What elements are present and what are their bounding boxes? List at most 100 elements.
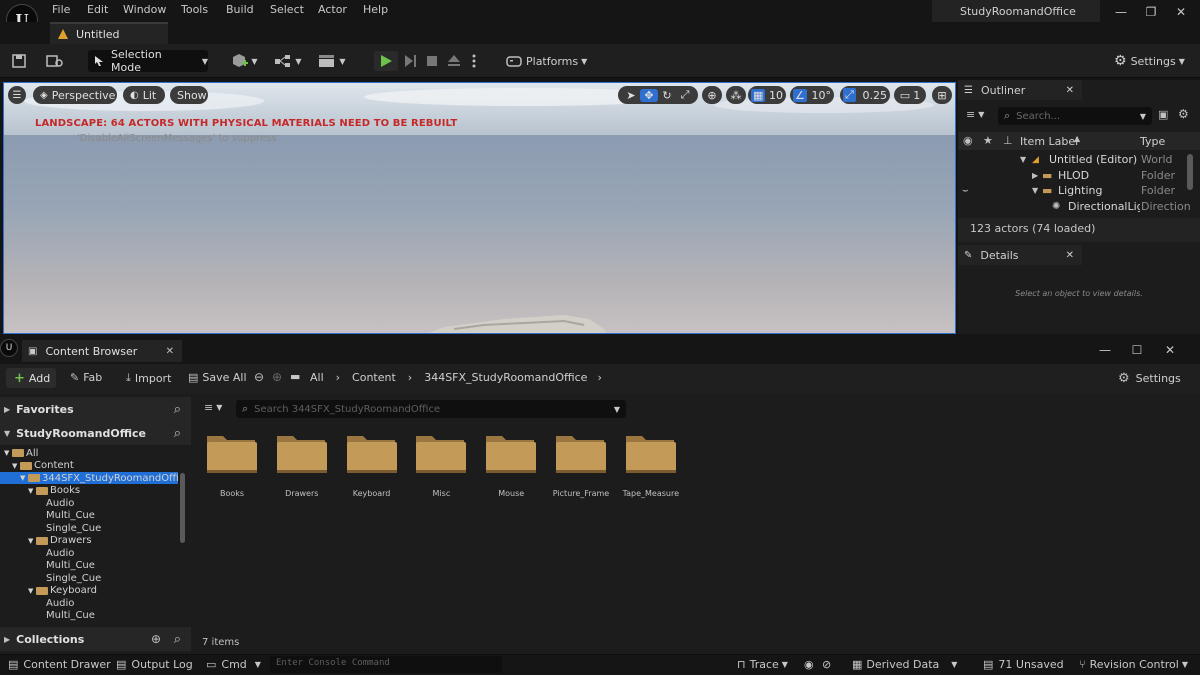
search-icon[interactable]: ⌕ — [174, 426, 181, 441]
eject-button[interactable] — [444, 52, 464, 70]
scale-tool-icon[interactable]: ⤢ — [676, 88, 694, 102]
back-icon[interactable]: ⊖ — [254, 370, 264, 384]
output-log-button[interactable]: ▤ Output Log — [116, 658, 193, 671]
minimize-button[interactable]: — — [1104, 2, 1138, 22]
favorites-section[interactable]: ▶ Favorites ⌕ — [0, 397, 191, 421]
close-icon[interactable]: ✕ — [166, 346, 174, 357]
cb-settings-button[interactable]: ⚙ Settings — [1118, 371, 1181, 386]
browse-icon[interactable] — [44, 53, 66, 69]
show-button[interactable]: Show — [170, 86, 208, 104]
folder-tile[interactable] — [414, 432, 468, 474]
world-local-toggle[interactable]: ⊕ — [702, 86, 722, 104]
add-folder-icon[interactable]: ▣ — [1158, 108, 1168, 121]
menu-edit[interactable]: Edit — [87, 3, 108, 16]
search-icon[interactable]: ⌕ — [174, 632, 181, 647]
perspective-button[interactable]: ◈ Perspective — [33, 86, 117, 104]
star-icon[interactable]: ★ — [983, 134, 993, 147]
step-frame-button[interactable] — [400, 52, 420, 70]
menu-window[interactable]: Window — [123, 3, 166, 16]
blueprint-button[interactable]: ▼ — [272, 52, 304, 70]
trace-dropdown[interactable]: ⊓ Trace ▼ — [737, 658, 788, 671]
surface-snap-toggle[interactable]: ⁂ — [726, 86, 746, 104]
folder-tile[interactable] — [624, 432, 678, 474]
cmd-dropdown[interactable]: ▭ Cmd ▼ — [206, 658, 261, 671]
tree-item[interactable]: Audio — [0, 597, 178, 609]
asset-filter-button[interactable]: ≡ ▼ — [204, 401, 222, 414]
tree-item[interactable]: Multi_Cue — [0, 560, 178, 572]
console-input[interactable]: Enter Console Command — [270, 656, 502, 673]
project-section[interactable]: ▼ StudyRoomandOffice ⌕ — [0, 421, 191, 445]
maximize-button[interactable]: ☐ — [1120, 340, 1154, 360]
close-button[interactable]: ✕ — [1164, 2, 1198, 22]
folder-tile[interactable] — [484, 432, 538, 474]
outliner-row[interactable]: ✺ DirectionalLight Direction — [958, 199, 1200, 214]
content-drawer-button[interactable]: ▤ Content Drawer — [8, 658, 111, 671]
expand-arrow-icon[interactable]: ▼ — [28, 587, 33, 595]
tree-item[interactable]: Single_Cue — [0, 522, 178, 534]
expand-arrow-icon[interactable]: ▼ — [20, 474, 25, 482]
content-browser-tab[interactable]: ▣ Content Browser ✕ — [22, 340, 182, 362]
chevron-right-icon[interactable]: › — [597, 371, 601, 384]
visibility-eye-icon[interactable]: ◉ — [963, 134, 973, 147]
cinematics-button[interactable]: ▼ — [316, 52, 348, 70]
folder-tile[interactable] — [345, 432, 399, 474]
add-actor-button[interactable]: ▼ — [230, 52, 260, 70]
folder-tile[interactable] — [554, 432, 608, 474]
save-icon[interactable] — [10, 53, 28, 69]
search-icon[interactable]: ⌕ — [174, 402, 181, 417]
select-tool-icon[interactable]: ➤ — [622, 89, 640, 102]
add-collection-icon[interactable]: ⊕ — [151, 632, 161, 646]
tree-item[interactable]: ▼ All — [0, 447, 178, 459]
expand-arrow-icon[interactable]: ▼ — [4, 449, 9, 457]
tree-item[interactable]: ▼ Drawers — [0, 535, 178, 547]
collections-section[interactable]: ▶ Collections ⊕ ⌕ — [0, 627, 191, 651]
close-icon[interactable]: ✕ — [1066, 250, 1074, 261]
tree-item[interactable]: Multi_Cue — [0, 610, 178, 622]
revision-control-dropdown[interactable]: ⑂ Revision Control ▼ — [1079, 658, 1188, 671]
outliner-row[interactable]: ▼ ◢ Untitled (Editor) World — [958, 152, 1200, 167]
chevron-right-icon[interactable]: › — [408, 371, 412, 384]
level-tab[interactable]: Untitled — [50, 22, 168, 44]
menu-select[interactable]: Select — [270, 3, 304, 16]
menu-help[interactable]: Help — [363, 3, 388, 16]
tree-item[interactable]: Multi_Cue — [0, 510, 178, 522]
tree-item[interactable]: Audio — [0, 547, 178, 559]
tree-item[interactable]: ▼ 344SFX_StudyRoomandOffice — [0, 472, 178, 484]
scale-snap[interactable]: ⤢ 0.25 — [840, 86, 890, 104]
pin-icon[interactable]: ⊥ — [1003, 134, 1013, 147]
chevron-right-icon[interactable]: › — [336, 371, 340, 384]
tree-item[interactable]: ▼ Keyboard — [0, 585, 178, 597]
minimize-button[interactable]: — — [1088, 340, 1122, 360]
tree-scrollbar[interactable] — [180, 473, 185, 543]
expand-arrow-icon[interactable]: ▼ — [28, 537, 33, 545]
breadcrumb-folder[interactable]: 344SFX_StudyRoomandOffice — [424, 371, 587, 384]
move-tool-icon[interactable]: ✥ — [640, 88, 658, 102]
folder-tile[interactable] — [205, 432, 259, 474]
breadcrumb-all[interactable]: All — [310, 371, 324, 384]
asset-search-input[interactable]: ⌕ Search 344SFX_StudyRoomandOffice ▼ — [236, 400, 626, 418]
record-icon[interactable]: ◉ — [804, 658, 814, 671]
import-button[interactable]: ⤓ Import — [126, 371, 171, 385]
fab-button[interactable]: ✎ Fab — [70, 371, 102, 384]
play-button[interactable] — [374, 51, 398, 71]
menu-actor[interactable]: Actor — [318, 3, 347, 16]
tree-item[interactable]: ▼ Books — [0, 485, 178, 497]
play-options-icon[interactable] — [468, 52, 480, 70]
selection-mode-dropdown[interactable]: Selection Mode ▼ — [88, 48, 208, 74]
expand-arrow-icon[interactable]: ▼ — [28, 487, 33, 495]
add-button[interactable]: + Add — [6, 368, 56, 388]
menu-build[interactable]: Build — [226, 3, 254, 16]
stop-button[interactable] — [422, 52, 442, 70]
outliner-row[interactable]: ⌣ ▼ ▬ Lighting Folder — [958, 183, 1200, 198]
outliner-search-input[interactable]: ⌕ Search... ▼ — [998, 107, 1152, 125]
save-all-button[interactable]: ▤ Save All — [188, 371, 247, 384]
derived-data-dropdown[interactable]: ▦ Derived Data ▼ — [852, 658, 957, 671]
lit-button[interactable]: ◐ Lit — [123, 86, 165, 104]
level-viewport[interactable]: ☰ ◈ Perspective ◐ Lit Show ➤ ✥ ↻ ⤢ ⊕ ⁂ ▦… — [3, 82, 956, 334]
rotation-snap[interactable]: ∠ 10° — [790, 86, 834, 104]
breadcrumb-content[interactable]: Content — [352, 371, 396, 384]
column-type[interactable]: Type — [1140, 135, 1165, 148]
outliner-row[interactable]: ▶ ▬ HLOD Folder — [958, 168, 1200, 183]
close-icon[interactable]: ✕ — [1066, 85, 1074, 96]
details-tab[interactable]: ✎ Details ✕ — [958, 245, 1082, 265]
